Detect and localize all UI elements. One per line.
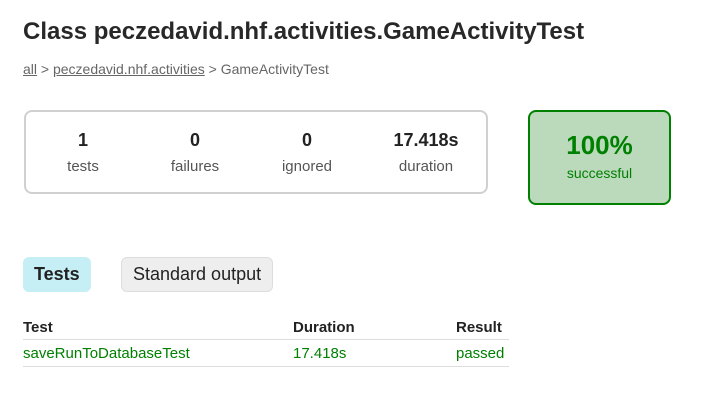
counter-duration-value: 17.418s <box>393 130 459 150</box>
page-title: Class peczedavid.nhf.activities.GameActi… <box>23 18 585 45</box>
test-report-page: Class peczedavid.nhf.activities.GameActi… <box>0 0 707 406</box>
tab-standard-output[interactable]: Standard output <box>121 257 274 292</box>
breadcrumb: all > peczedavid.nhf.activities > GameAc… <box>23 61 329 77</box>
tests-table: Test Duration Result saveRunToDatabaseTe… <box>23 317 509 367</box>
table-header-row: Test Duration Result <box>23 317 509 340</box>
column-header-test: Test <box>23 317 293 340</box>
counter-duration-label: duration <box>398 158 454 175</box>
cell-result: passed <box>456 339 509 367</box>
table-row: saveRunToDatabaseTest 17.418s passed <box>23 339 509 367</box>
counter-tests: 1 tests <box>38 128 128 177</box>
cell-duration: 17.418s <box>293 339 456 367</box>
breadcrumb-link-package[interactable]: peczedavid.nhf.activities <box>53 61 205 77</box>
counter-duration: 17.418s duration <box>381 128 471 177</box>
tab-tests[interactable]: Tests <box>23 257 91 292</box>
column-header-result: Result <box>456 317 509 340</box>
counter-tests-value: 1 <box>77 130 88 150</box>
breadcrumb-link-all[interactable]: all <box>23 61 37 77</box>
breadcrumb-separator: > <box>37 61 53 77</box>
success-rate-box: 100% successful <box>528 110 671 205</box>
cell-test-name: saveRunToDatabaseTest <box>23 339 293 367</box>
breadcrumb-current: GameActivityTest <box>220 61 329 77</box>
counter-failures: 0 failures <box>150 128 240 177</box>
counter-failures-label: failures <box>170 158 220 175</box>
column-header-duration: Duration <box>293 317 456 340</box>
counter-ignored-label: ignored <box>281 158 333 175</box>
breadcrumb-separator: > <box>204 61 221 77</box>
counter-failures-value: 0 <box>189 130 200 150</box>
counter-ignored-value: 0 <box>301 130 312 150</box>
counter-tests-label: tests <box>67 158 99 175</box>
summary-box: 1 tests 0 failures 0 ignored 17.418s dur… <box>24 110 488 194</box>
success-percent: 100% <box>566 130 633 160</box>
counter-ignored: 0 ignored <box>262 128 352 177</box>
success-label: successful <box>566 165 633 181</box>
